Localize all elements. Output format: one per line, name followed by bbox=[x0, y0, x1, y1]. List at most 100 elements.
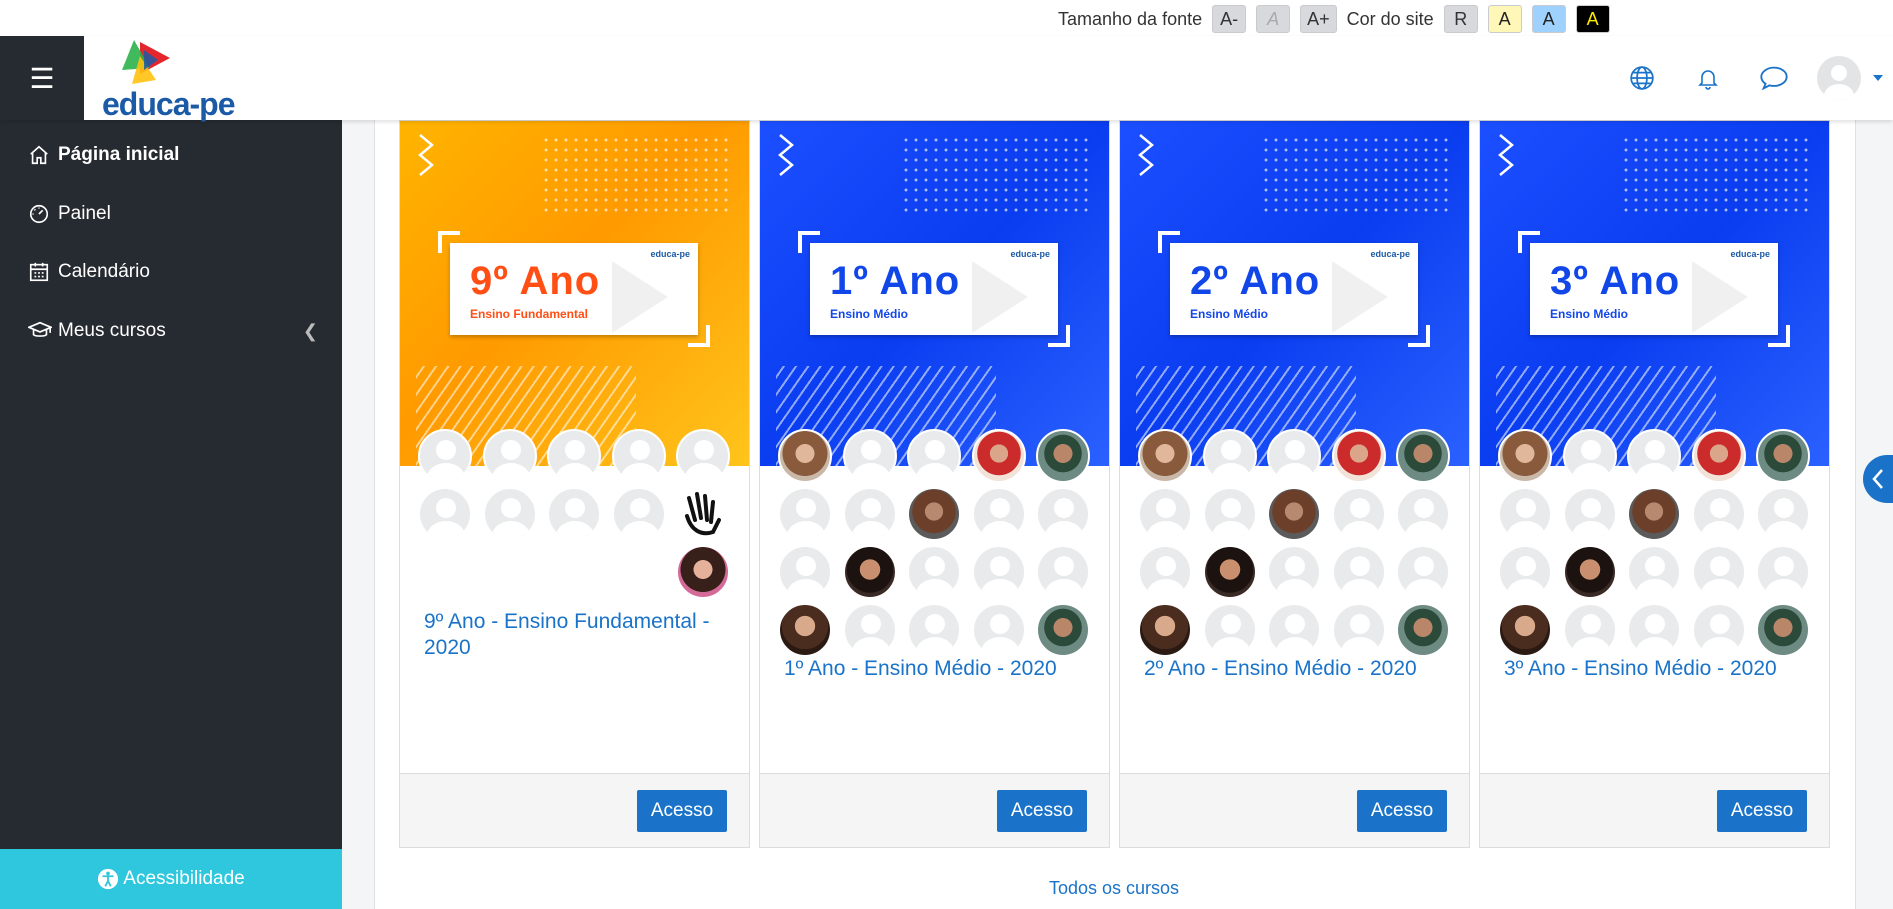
participant-avatar[interactable] bbox=[1331, 603, 1386, 657]
participant-avatar[interactable] bbox=[1267, 545, 1321, 599]
color-reset-button[interactable]: R bbox=[1443, 5, 1478, 33]
participant-avatar[interactable] bbox=[1396, 429, 1450, 483]
participant-avatar[interactable] bbox=[482, 487, 537, 541]
participant-avatar[interactable] bbox=[1562, 603, 1617, 657]
participant-avatar[interactable] bbox=[778, 487, 832, 541]
course-banner[interactable]: educa-pe 3º Ano Ensino Médio bbox=[1480, 121, 1829, 466]
participant-avatar[interactable] bbox=[1331, 429, 1386, 483]
course-title-link[interactable]: 3º Ano - Ensino Médio - 2020 bbox=[1504, 656, 1814, 682]
participant-avatar[interactable] bbox=[1498, 487, 1552, 541]
participant-avatar[interactable] bbox=[778, 545, 832, 599]
accessibility-button[interactable]: Acessibilidade bbox=[0, 849, 342, 909]
chevron-left-icon[interactable]: ❮ bbox=[303, 321, 318, 342]
participant-avatar[interactable] bbox=[1267, 487, 1321, 541]
participant-avatar[interactable] bbox=[611, 487, 666, 541]
participant-avatar[interactable] bbox=[778, 429, 832, 483]
course-banner[interactable]: educa-pe 9º Ano Ensino Fundamental bbox=[400, 121, 749, 466]
participant-avatar[interactable] bbox=[842, 603, 897, 657]
participant-avatar[interactable] bbox=[778, 603, 832, 657]
all-courses-link[interactable]: Todos os cursos bbox=[1049, 878, 1449, 899]
participant-avatar[interactable] bbox=[1036, 603, 1090, 657]
participant-avatar[interactable] bbox=[1036, 545, 1090, 599]
participant-avatar[interactable] bbox=[1036, 487, 1090, 541]
font-reset-button[interactable]: A bbox=[1256, 5, 1291, 33]
participant-avatar[interactable] bbox=[482, 429, 537, 483]
course-banner[interactable]: educa-pe 1º Ano Ensino Médio bbox=[760, 121, 1109, 466]
course-title-link[interactable]: 9º Ano - Ensino Fundamental - 2020 bbox=[424, 609, 734, 661]
menu-toggle-button[interactable]: ☰ bbox=[0, 36, 84, 120]
participant-avatar[interactable] bbox=[1396, 545, 1450, 599]
participant-avatar[interactable] bbox=[971, 429, 1026, 483]
participant-avatar[interactable] bbox=[971, 603, 1026, 657]
participant-avatar[interactable] bbox=[907, 487, 961, 541]
participant-avatar[interactable] bbox=[842, 487, 897, 541]
participant-avatar[interactable] bbox=[1036, 429, 1090, 483]
participant-avatar[interactable] bbox=[842, 429, 897, 483]
participant-avatar[interactable] bbox=[676, 429, 730, 483]
participant-avatar[interactable] bbox=[1756, 603, 1810, 657]
participant-avatar[interactable] bbox=[1396, 603, 1450, 657]
participant-avatar[interactable] bbox=[1627, 429, 1681, 483]
sidebar-item-home[interactable]: Página inicial bbox=[28, 142, 318, 168]
access-button[interactable]: Acesso bbox=[1717, 790, 1807, 832]
participant-avatar[interactable] bbox=[1756, 429, 1810, 483]
participant-avatar[interactable] bbox=[907, 603, 961, 657]
participant-avatar[interactable] bbox=[971, 545, 1026, 599]
participant-avatar[interactable] bbox=[1138, 603, 1192, 657]
color-black-button[interactable]: A bbox=[1575, 5, 1610, 33]
font-increase-button[interactable]: A+ bbox=[1300, 5, 1337, 33]
participant-avatar[interactable] bbox=[1756, 545, 1810, 599]
language-button[interactable] bbox=[1609, 65, 1675, 91]
participant-avatar[interactable] bbox=[1138, 545, 1192, 599]
participant-avatar[interactable] bbox=[1267, 429, 1321, 483]
participant-avatar[interactable] bbox=[418, 429, 472, 483]
participant-avatar[interactable] bbox=[1396, 487, 1450, 541]
participant-avatar[interactable] bbox=[1691, 429, 1746, 483]
participant-avatar[interactable] bbox=[907, 545, 961, 599]
participant-avatar[interactable] bbox=[1498, 603, 1552, 657]
access-button[interactable]: Acesso bbox=[997, 790, 1087, 832]
participant-avatar[interactable] bbox=[1202, 429, 1257, 483]
participant-avatar[interactable] bbox=[1562, 545, 1617, 599]
user-menu-toggle[interactable] bbox=[1817, 56, 1883, 100]
participant-avatar[interactable] bbox=[1331, 545, 1386, 599]
participant-avatar[interactable] bbox=[676, 545, 730, 599]
participant-avatar[interactable] bbox=[1627, 603, 1681, 657]
course-banner[interactable]: educa-pe 2º Ano Ensino Médio bbox=[1120, 121, 1469, 466]
participant-avatar[interactable] bbox=[1756, 487, 1810, 541]
participant-avatar[interactable] bbox=[418, 487, 472, 541]
participant-avatar[interactable] bbox=[842, 545, 897, 599]
participant-avatar[interactable] bbox=[1562, 429, 1617, 483]
access-button[interactable]: Acesso bbox=[637, 790, 727, 832]
site-logo[interactable]: educa-pe bbox=[100, 36, 250, 122]
sidebar-item-my-courses[interactable]: Meus cursos ❮ bbox=[28, 318, 318, 344]
color-yellow-button[interactable]: A bbox=[1487, 5, 1522, 33]
access-button[interactable]: Acesso bbox=[1357, 790, 1447, 832]
participant-avatar[interactable] bbox=[907, 429, 961, 483]
participant-avatar[interactable] bbox=[1691, 545, 1746, 599]
participant-avatar[interactable] bbox=[1498, 545, 1552, 599]
messages-button[interactable] bbox=[1741, 65, 1807, 91]
course-title-link[interactable]: 1º Ano - Ensino Médio - 2020 bbox=[784, 656, 1094, 682]
participant-avatar[interactable] bbox=[1691, 487, 1746, 541]
participant-avatar[interactable] bbox=[1267, 603, 1321, 657]
color-blue-button[interactable]: A bbox=[1531, 5, 1566, 33]
participant-avatar[interactable] bbox=[676, 487, 730, 541]
participant-avatar[interactable] bbox=[971, 487, 1026, 541]
participant-avatar[interactable] bbox=[1202, 603, 1257, 657]
sidebar-item-calendar[interactable]: Calendário bbox=[28, 259, 318, 285]
participant-avatar[interactable] bbox=[1202, 487, 1257, 541]
sidebar-item-dashboard[interactable]: Painel bbox=[28, 201, 318, 227]
participant-avatar[interactable] bbox=[1331, 487, 1386, 541]
participant-avatar[interactable] bbox=[1138, 487, 1192, 541]
participant-avatar[interactable] bbox=[547, 429, 601, 483]
participant-avatar[interactable] bbox=[1562, 487, 1617, 541]
notifications-button[interactable] bbox=[1675, 65, 1741, 91]
participant-avatar[interactable] bbox=[611, 429, 666, 483]
participant-avatar[interactable] bbox=[1627, 487, 1681, 541]
font-decrease-button[interactable]: A- bbox=[1212, 5, 1247, 33]
course-title-link[interactable]: 2º Ano - Ensino Médio - 2020 bbox=[1144, 656, 1454, 682]
participant-avatar[interactable] bbox=[1498, 429, 1552, 483]
participant-avatar[interactable] bbox=[1691, 603, 1746, 657]
participant-avatar[interactable] bbox=[1627, 545, 1681, 599]
